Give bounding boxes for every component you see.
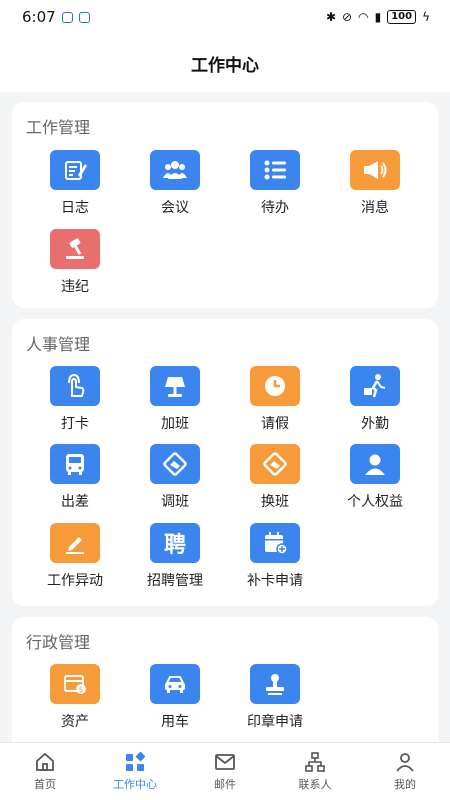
section-admin-management: 行政管理 $ 资产 用车 印章申请 <box>12 617 438 742</box>
battery-icon: 100 <box>387 10 417 24</box>
org-chart-icon <box>305 752 325 772</box>
tab-label: 联系人 <box>298 778 332 791</box>
app-item-todo[interactable]: 待办 <box>225 150 325 217</box>
status-bar: 6:07 ✱ ⊘ ◠ ▮ 100 ϟ <box>0 0 450 34</box>
tap-icon <box>50 366 100 406</box>
section-title: 行政管理 <box>26 633 91 652</box>
item-label: 违纪 <box>61 279 89 295</box>
app-item-recruitment[interactable]: 聘 招聘管理 <box>125 523 225 590</box>
item-label: 会议 <box>161 200 189 216</box>
app-item-personal-rights[interactable]: 个人权益 <box>325 444 425 511</box>
charging-icon: ϟ <box>422 10 430 24</box>
section-work-management: 工作管理 日志 会议 待办 消息 违纪 <box>12 102 438 308</box>
app-item-card-reissue[interactable]: 补卡申请 <box>225 523 325 590</box>
app-item-seal-request[interactable]: 印章申请 <box>225 664 325 731</box>
section-title: 工作管理 <box>26 118 91 137</box>
app-item-meeting[interactable]: 会议 <box>125 150 225 217</box>
item-label: 资产 <box>61 714 89 730</box>
tab-label: 我的 <box>394 778 416 791</box>
bottom-tab-bar: 首页 工作中心 邮件 联系人 我的 <box>0 742 450 800</box>
tab-profile[interactable]: 我的 <box>360 743 450 800</box>
app-item-leave[interactable]: 请假 <box>225 366 325 433</box>
item-label: 消息 <box>361 200 389 216</box>
notification-icon <box>61 11 73 23</box>
item-label: 打卡 <box>61 416 89 432</box>
app-item-shift-swap[interactable]: 换班 <box>225 444 325 511</box>
clock-icon <box>250 366 300 406</box>
item-label: 加班 <box>161 416 189 432</box>
status-right: ✱ ⊘ ◠ ▮ 100 ϟ <box>326 10 430 24</box>
item-label: 请假 <box>261 416 289 432</box>
mail-icon <box>215 754 235 770</box>
status-left: 6:07 <box>22 8 90 26</box>
tab-label: 工作中心 <box>113 778 157 791</box>
car-icon <box>150 664 200 704</box>
person-icon <box>350 444 400 484</box>
app-item-field-work[interactable]: 外勤 <box>325 366 425 433</box>
bluetooth-icon: ✱ <box>325 10 337 24</box>
svg-text:$: $ <box>79 686 83 694</box>
pen-icon <box>50 523 100 563</box>
grid-icon <box>126 751 146 771</box>
page-header: 工作中心 <box>0 34 450 92</box>
home-icon <box>36 752 54 771</box>
content-scroll[interactable]: 工作管理 日志 会议 待办 消息 违纪 人事管理 打卡 加班 请假 外勤 出差 … <box>0 92 450 742</box>
app-item-assets[interactable]: $ 资产 <box>25 664 125 731</box>
people-icon <box>150 150 200 190</box>
app-item-job-change[interactable]: 工作异动 <box>25 523 125 590</box>
section-title: 人事管理 <box>26 335 91 354</box>
stamp-icon <box>250 664 300 704</box>
item-label: 外勤 <box>361 416 389 432</box>
section-hr-management: 人事管理 打卡 加班 请假 外勤 出差 调班 换班 个人权益 工作异动 聘 招聘… <box>12 319 438 606</box>
app-notification-icon <box>78 11 90 23</box>
handshake-icon <box>250 444 300 484</box>
tab-home[interactable]: 首页 <box>0 743 90 800</box>
sim-icon: ▮ <box>374 10 382 24</box>
list-icon <box>250 150 300 190</box>
recruit-glyph: 聘 <box>163 533 186 558</box>
app-item-journal[interactable]: 日志 <box>25 150 125 217</box>
megaphone-icon <box>350 150 400 190</box>
recruit-icon: 聘 <box>150 523 200 563</box>
app-item-message[interactable]: 消息 <box>325 150 425 217</box>
handshake-icon <box>150 444 200 484</box>
traveler-icon <box>350 366 400 406</box>
tab-label: 首页 <box>34 778 56 791</box>
item-label: 出差 <box>61 494 89 510</box>
item-label: 招聘管理 <box>147 573 203 589</box>
app-item-overtime[interactable]: 加班 <box>125 366 225 433</box>
page-title: 工作中心 <box>191 55 259 76</box>
tab-contacts[interactable]: 联系人 <box>270 743 360 800</box>
item-label: 换班 <box>261 494 289 510</box>
asset-icon: $ <box>50 664 100 704</box>
app-item-violation[interactable]: 违纪 <box>25 229 125 296</box>
item-label: 用车 <box>161 714 189 730</box>
tab-work-center[interactable]: 工作中心 <box>90 743 180 800</box>
tab-label: 邮件 <box>214 778 236 791</box>
item-label: 日志 <box>61 200 89 216</box>
app-item-clock-in[interactable]: 打卡 <box>25 366 125 433</box>
item-label: 待办 <box>261 200 289 216</box>
mute-icon: ⊘ <box>342 10 353 24</box>
item-label: 印章申请 <box>247 714 303 730</box>
clock-time: 6:07 <box>22 8 56 26</box>
app-item-vehicle[interactable]: 用车 <box>125 664 225 731</box>
journal-icon <box>50 150 100 190</box>
app-item-shift-adjust[interactable]: 调班 <box>125 444 225 511</box>
tab-mail[interactable]: 邮件 <box>180 743 270 800</box>
item-label: 工作异动 <box>47 573 103 589</box>
gavel-icon <box>50 229 100 269</box>
item-label: 个人权益 <box>347 494 403 510</box>
user-icon <box>396 753 414 772</box>
calendar-add-icon <box>250 523 300 563</box>
item-label: 调班 <box>161 494 189 510</box>
wifi-icon: ◠ <box>358 10 369 24</box>
bus-icon <box>50 444 100 484</box>
lamp-icon <box>150 366 200 406</box>
item-label: 补卡申请 <box>247 573 303 589</box>
app-item-business-trip[interactable]: 出差 <box>25 444 125 511</box>
